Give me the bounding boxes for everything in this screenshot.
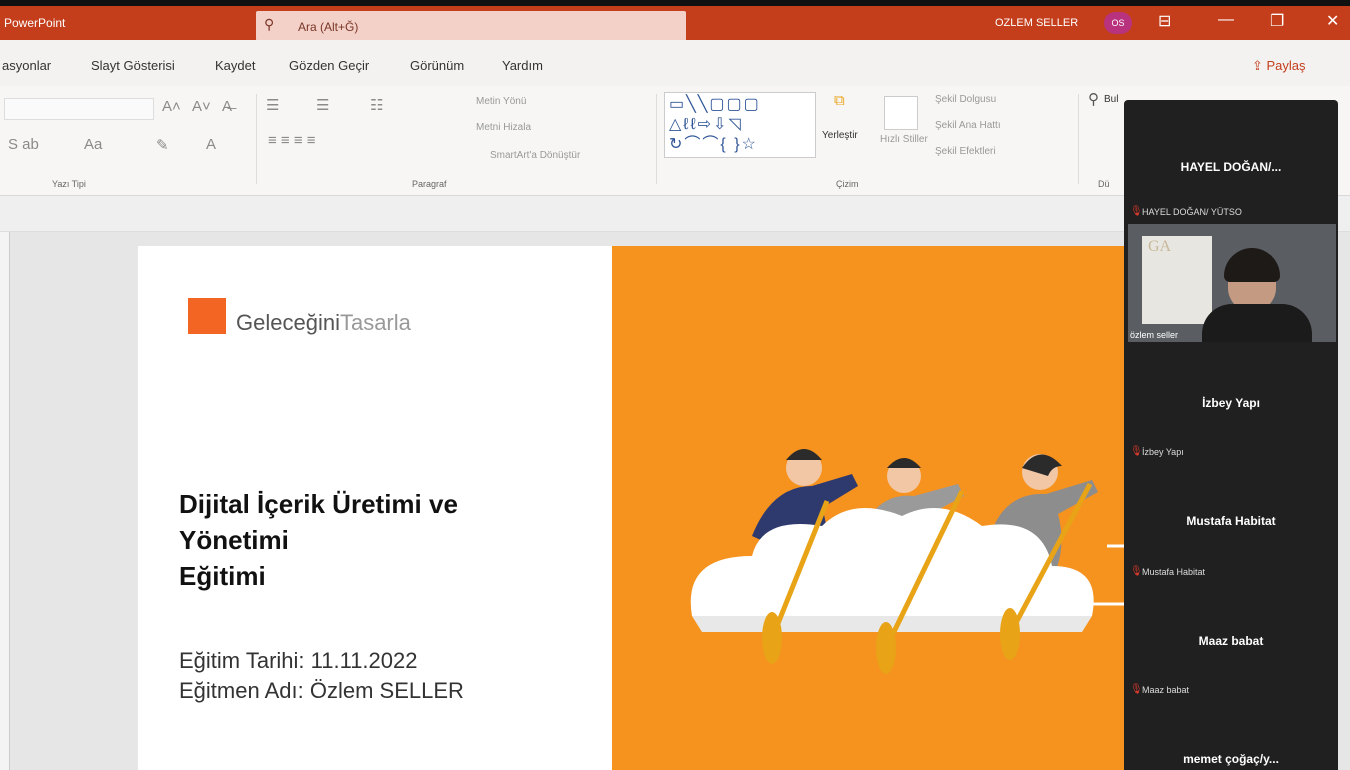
shapes-gallery[interactable]: ▭╲╲▢▢▢ △ℓℓ⇨⇩◹ ↻⌒⌒{ }☆ xyxy=(664,92,816,158)
shrink-font-icon[interactable]: A˅ xyxy=(192,98,211,115)
mic-muted-icon: 🎙 xyxy=(1130,684,1143,695)
font-color-icon[interactable]: A xyxy=(206,136,216,153)
participant-name: İzbey Yapı xyxy=(1142,447,1184,457)
logo-mark xyxy=(188,298,226,334)
participant-header: İzbey Yapı xyxy=(1202,396,1260,410)
rowing-cloud-illustration xyxy=(690,449,1130,674)
smartart-button[interactable]: SmartArt'a Dönüştür xyxy=(490,150,580,161)
app-name: PowerPoint xyxy=(4,16,66,30)
tab-record[interactable]: Kaydet xyxy=(215,58,255,73)
align-text-button[interactable]: Metni Hizala xyxy=(476,122,531,133)
arrange-button[interactable]: Yerleştir xyxy=(822,130,858,141)
text-direction-button[interactable]: Metin Yönü xyxy=(476,96,526,107)
quick-styles-button[interactable]: Hızlı Stiller xyxy=(880,134,928,145)
participant-name: HAYEL DOĞAN/ YÜTSO xyxy=(1142,207,1242,217)
tab-review[interactable]: Gözden Geçir xyxy=(289,58,369,73)
indent-icon[interactable]: ☷ xyxy=(370,96,383,114)
shape-fill-button[interactable]: Şekil Dolgusu xyxy=(935,94,996,105)
search-box[interactable]: ⚲ Ara (Alt+Ğ) xyxy=(256,11,686,41)
participant-name: Mustafa Habitat xyxy=(1142,567,1206,577)
share-label: Paylaş xyxy=(1266,58,1306,73)
participant-header: Mustafa Habitat xyxy=(1186,514,1276,528)
find-button[interactable]: Bul xyxy=(1104,94,1118,105)
logo-text: GeleceğiniTasarla xyxy=(236,310,411,335)
board-letters: GA xyxy=(1148,238,1172,255)
slide-illustration xyxy=(612,246,1130,770)
change-case-icon[interactable]: Aa xyxy=(84,136,102,153)
tab-help[interactable]: Yardım xyxy=(502,58,543,73)
slide-title: Dijital İçerik Üretimi ve Yönetimi Eğiti… xyxy=(179,489,458,591)
minimize-icon[interactable]: — xyxy=(1218,11,1234,29)
bullets-icon[interactable]: ☰ xyxy=(266,96,279,114)
restore-icon[interactable]: ❐ xyxy=(1270,11,1284,31)
numbering-icon[interactable]: ☰ xyxy=(316,96,329,114)
slide-left-panel: GeleceğiniTasarla Dijital İçerik Üretimi… xyxy=(138,246,612,770)
menu-bar: asyonlar Slayt Gösterisi Kaydet Gözden G… xyxy=(0,40,1350,86)
search-icon: ⚲ xyxy=(264,16,275,32)
close-icon[interactable]: ✕ xyxy=(1326,11,1339,31)
person-body xyxy=(1202,304,1312,342)
thumbnail-pane[interactable] xyxy=(0,232,10,770)
video-label: özlem seller xyxy=(1130,330,1179,340)
participant-header: memet çoğaç/y... xyxy=(1183,752,1279,766)
quick-styles-icon[interactable] xyxy=(884,96,918,130)
group-label-paragraph: Paragraf xyxy=(412,179,447,189)
shape-outline-button[interactable]: Şekil Ana Hattı xyxy=(935,120,1001,131)
tab-slide-show[interactable]: Slayt Gösterisi xyxy=(91,58,175,73)
group-label-font: Yazı Tipi xyxy=(52,179,86,189)
tab-animations[interactable]: asyonlar xyxy=(2,58,51,73)
ribbon-display-icon[interactable]: ⊟ xyxy=(1158,11,1171,31)
separator xyxy=(656,94,657,184)
mic-muted-icon: 🎙 xyxy=(1130,566,1143,577)
user-name[interactable]: OZLEM SELLER xyxy=(995,17,1078,29)
title-bar: PowerPoint ⚲ Ara (Alt+Ğ) OZLEM SELLER OS… xyxy=(0,0,1350,41)
participant-name: Maaz babat xyxy=(1142,685,1190,695)
shape-effects-button[interactable]: Şekil Efektleri xyxy=(935,146,996,157)
highlight-icon[interactable]: ✎ xyxy=(156,136,169,154)
group-label-editing: Dü xyxy=(1098,179,1110,189)
participant-header: HAYEL DOĞAN/... xyxy=(1180,160,1282,174)
slide-info: Eğitim Tarihi: 11.11.2022 Eğitmen Adı: Ö… xyxy=(179,648,464,703)
participants-panel: HAYEL DOĞAN/... 🎙 HAYEL DOĞAN/ YÜTSO GA … xyxy=(1124,100,1338,770)
grow-font-icon[interactable]: A˄ xyxy=(162,98,181,115)
share-button[interactable]: ⇪ Paylaş xyxy=(1252,58,1306,74)
participant-header: Maaz babat xyxy=(1198,634,1264,648)
mic-muted-icon: 🎙 xyxy=(1130,206,1143,217)
strikethrough-icon[interactable]: S ab xyxy=(8,136,39,153)
separator xyxy=(256,94,257,184)
video-tile[interactable]: GA özlem seller xyxy=(1128,224,1336,342)
arrange-icon[interactable]: ⧉ xyxy=(834,92,845,109)
align-icon[interactable]: ≡ ≡ ≡ ≡ xyxy=(268,132,316,149)
person-hair xyxy=(1224,248,1280,282)
find-icon[interactable]: ⚲ xyxy=(1088,90,1099,108)
top-strip xyxy=(0,0,1350,6)
search-placeholder: Ara (Alt+Ğ) xyxy=(298,20,359,34)
clear-format-icon[interactable]: A̶ xyxy=(222,98,232,115)
group-label-drawing: Çizim xyxy=(836,179,859,189)
avatar[interactable]: OS xyxy=(1104,12,1132,34)
separator xyxy=(1078,94,1079,184)
tab-view[interactable]: Görünüm xyxy=(410,58,464,73)
font-size-box[interactable] xyxy=(4,98,154,120)
mic-muted-icon: 🎙 xyxy=(1130,446,1143,457)
